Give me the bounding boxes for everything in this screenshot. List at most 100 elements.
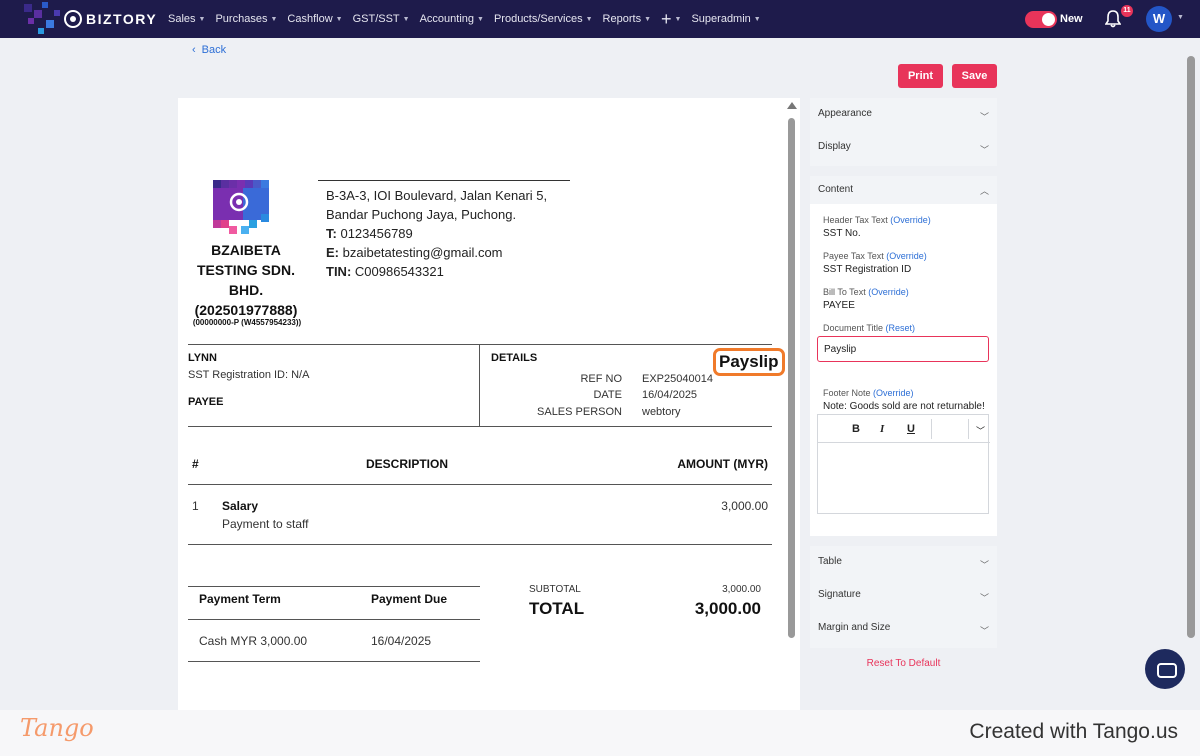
- nav-sales[interactable]: Sales ▼: [168, 13, 205, 25]
- chevron-down-icon: ﹀: [979, 593, 989, 603]
- chevron-down-icon: ﹀: [979, 112, 989, 122]
- payment-term-header: Payment Term: [199, 592, 281, 606]
- chevron-down-icon: ﹀: [979, 626, 989, 636]
- new-ui-toggle[interactable]: [1025, 11, 1057, 28]
- chevron-down-icon: ▼: [198, 15, 206, 23]
- tango-logo: Tango: [20, 714, 94, 742]
- italic-icon[interactable]: I: [880, 423, 884, 435]
- section-margin-size[interactable]: Margin and Size ﹀: [810, 612, 997, 645]
- scroll-thumb[interactable]: [788, 118, 795, 638]
- chevron-down-icon: ▼: [585, 15, 593, 23]
- content-section: Content ︿ Header Tax Text (Override) SST…: [810, 176, 997, 536]
- nav-superadmin[interactable]: Superadmin ▼: [691, 13, 760, 25]
- bill-to-value[interactable]: PAYEE: [823, 300, 855, 311]
- override-link[interactable]: (Override): [868, 287, 909, 297]
- save-button[interactable]: Save: [952, 64, 997, 88]
- row-amount: 3,000.00: [721, 499, 768, 513]
- chevron-down-icon: ▼: [270, 15, 278, 23]
- nav-label: Cashflow: [287, 13, 333, 25]
- override-link[interactable]: (Override): [873, 388, 914, 398]
- email-line: E: bzaibetatesting@gmail.com: [326, 243, 547, 262]
- brand-name: BIZTORY: [86, 11, 158, 27]
- nav-quick-add[interactable]: + ▼: [661, 10, 681, 28]
- payee-tax-label: Payee Tax Text (Override): [823, 251, 927, 261]
- detail-label: SALES PERSON: [537, 406, 622, 418]
- field-label: Bill To Text: [823, 287, 866, 297]
- section-signature[interactable]: Signature ﹀: [810, 579, 997, 612]
- document-scrollbar[interactable]: [786, 98, 798, 710]
- footer-note-editor[interactable]: B I U ﹀: [817, 414, 990, 514]
- section-content-header[interactable]: Content ︿: [810, 176, 997, 204]
- phone: 0123456789: [340, 226, 413, 241]
- bell-icon[interactable]: [1105, 10, 1121, 28]
- chevron-left-icon: ‹: [192, 44, 196, 56]
- scroll-up-icon[interactable]: [787, 102, 797, 109]
- document-preview: BZAIBETA TESTING SDN. BHD. (202501977888…: [178, 98, 800, 710]
- divider: [188, 586, 480, 587]
- chevron-down-icon: ▼: [674, 15, 682, 23]
- plus-icon: +: [661, 9, 672, 29]
- section-table[interactable]: Table ﹀: [810, 546, 997, 579]
- chevron-down-icon: ▼: [644, 15, 652, 23]
- detail-value: webtory: [642, 406, 681, 418]
- print-button[interactable]: Print: [898, 64, 943, 88]
- nav-cashflow[interactable]: Cashflow ▼: [287, 13, 342, 25]
- detail-value: 16/04/2025: [642, 389, 698, 401]
- email-label: E:: [326, 245, 339, 260]
- payee-label: PAYEE: [188, 396, 224, 408]
- company-name-line: BZAIBETA: [211, 242, 281, 258]
- footer-note-value: Note: Goods sold are not returnable!: [823, 401, 985, 412]
- brand-logo[interactable]: BIZTORY: [64, 8, 157, 30]
- divider: [188, 544, 772, 545]
- chevron-down-icon[interactable]: ▼: [1177, 14, 1184, 21]
- payee-tax-value[interactable]: SST Registration ID: [823, 264, 911, 275]
- nav-label: Products/Services: [493, 13, 583, 25]
- chevron-down-icon: ▼: [477, 15, 484, 23]
- subtotal-label: SUBTOTAL: [529, 584, 581, 595]
- page-scrollbar[interactable]: [1187, 56, 1195, 638]
- nav-products-services[interactable]: Products/Services ▼: [494, 13, 593, 25]
- created-with-text: Created with Tango.us: [969, 720, 1178, 743]
- section-appearance[interactable]: Appearance ﹀: [810, 98, 997, 131]
- payment-term: Cash MYR 3,000.00: [199, 634, 308, 648]
- nav-label: Sales: [168, 13, 196, 25]
- bill-to-label: Bill To Text (Override): [823, 287, 909, 297]
- header-tax-value[interactable]: SST No.: [823, 228, 861, 239]
- section-label: Display: [818, 141, 851, 152]
- nav-accounting[interactable]: Accounting ▼: [420, 13, 484, 25]
- col-header-no: #: [192, 457, 199, 471]
- row-item: Salary: [222, 499, 259, 513]
- override-link[interactable]: (Override): [890, 215, 931, 225]
- section-label: Signature: [818, 589, 861, 600]
- override-link[interactable]: (Override): [886, 251, 927, 261]
- bold-icon[interactable]: B: [852, 423, 860, 435]
- payment-due: 16/04/2025: [371, 634, 432, 648]
- chevron-down-icon: ▼: [335, 15, 343, 23]
- nav-purchases[interactable]: Purchases ▼: [215, 13, 277, 25]
- reset-to-default-button[interactable]: Reset To Default: [810, 658, 997, 669]
- tin-line: TIN: C00986543321: [326, 262, 547, 281]
- email: bzaibetatesting@gmail.com: [342, 245, 503, 260]
- col-header-description: DESCRIPTION: [366, 457, 449, 471]
- detail-label: REF NO: [580, 373, 622, 385]
- chat-icon[interactable]: [1145, 649, 1185, 689]
- chevron-down-icon: ▼: [753, 15, 761, 23]
- toolbar-divider: [931, 419, 932, 439]
- nav-gst-sst[interactable]: GST/SST ▼: [353, 13, 410, 25]
- toggle-label: New: [1060, 13, 1083, 25]
- reset-link[interactable]: (Reset): [886, 323, 916, 333]
- underline-icon[interactable]: U: [907, 423, 915, 435]
- footer-note-label: Footer Note (Override): [823, 388, 914, 398]
- nav-reports[interactable]: Reports ▼: [603, 13, 651, 25]
- back-link[interactable]: ‹ Back: [192, 44, 226, 56]
- avatar[interactable]: W: [1146, 6, 1172, 32]
- section-display[interactable]: Display ﹀: [810, 131, 997, 164]
- document-title-input[interactable]: Payslip: [817, 336, 989, 362]
- chevron-down-icon[interactable]: ﹀: [976, 424, 985, 437]
- biztory-logo-icon: [64, 10, 82, 28]
- divider: [318, 180, 570, 181]
- company-logo: [213, 180, 269, 234]
- phone-label: T:: [326, 226, 337, 241]
- notification-badge: 11: [1121, 5, 1133, 17]
- chevron-down-icon: ▼: [402, 15, 410, 23]
